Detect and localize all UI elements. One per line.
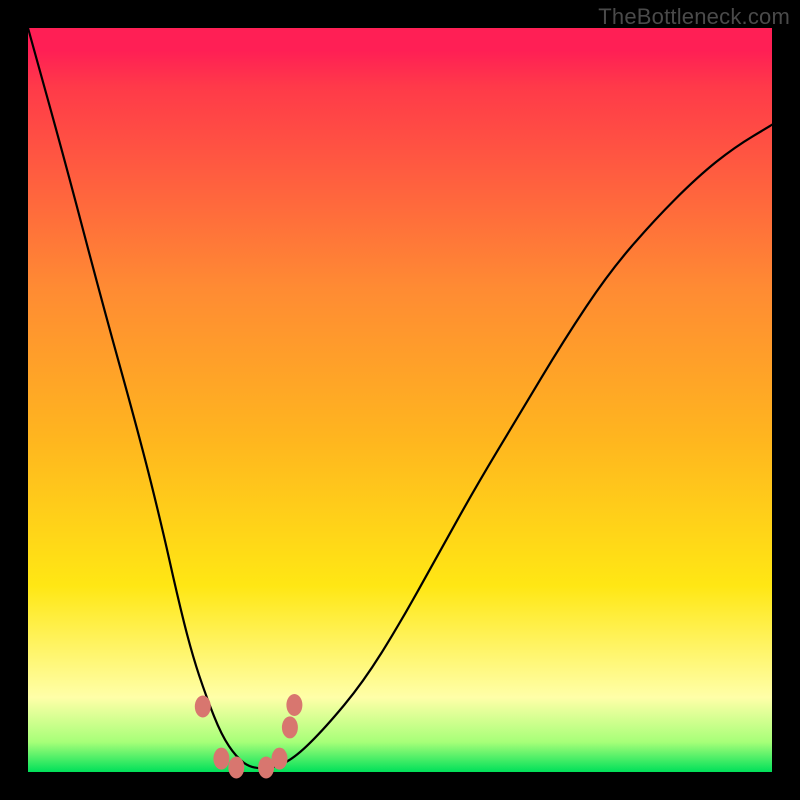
curve-dot bbox=[272, 748, 288, 770]
watermark-text: TheBottleneck.com bbox=[598, 4, 790, 30]
curve-dot bbox=[213, 748, 229, 770]
curve-dot bbox=[195, 696, 211, 718]
curve-dot bbox=[282, 716, 298, 738]
bottleneck-curve-svg bbox=[28, 28, 772, 772]
plot-area bbox=[28, 28, 772, 772]
curve-dot bbox=[228, 757, 244, 779]
curve-dot bbox=[286, 694, 302, 716]
bottleneck-curve-path bbox=[28, 28, 772, 768]
outer-frame: TheBottleneck.com bbox=[0, 0, 800, 800]
